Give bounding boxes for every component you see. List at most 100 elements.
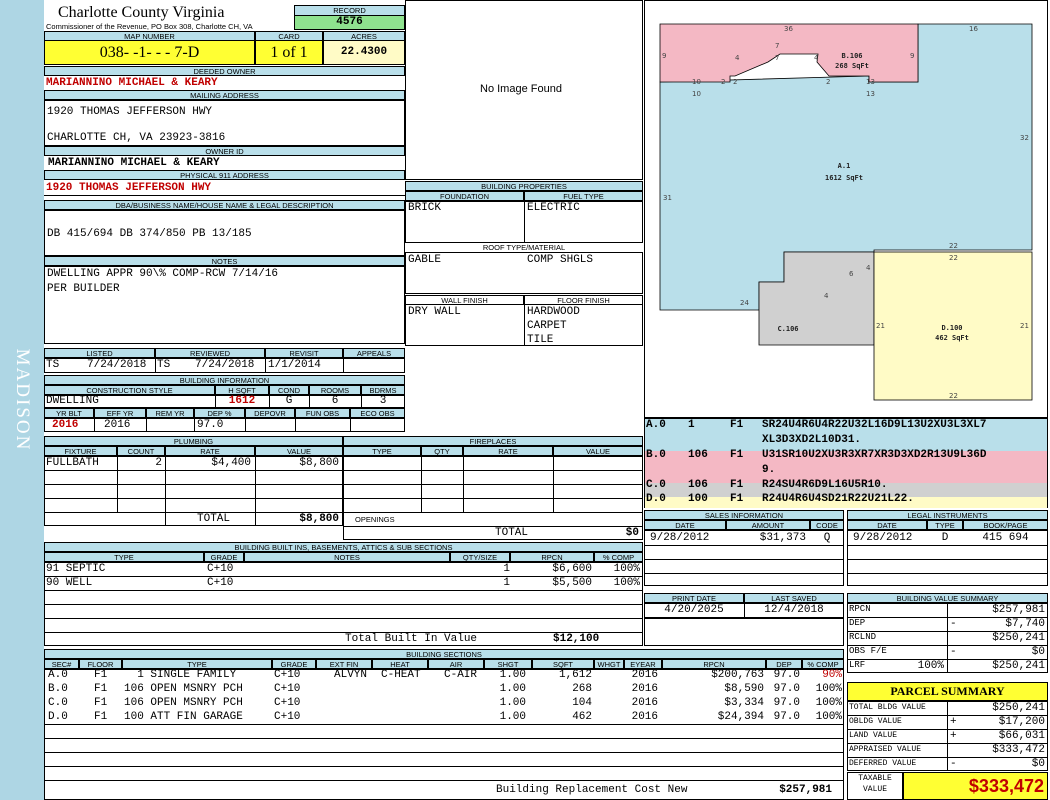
instrument-bookpage: 415 694 — [982, 532, 1029, 544]
plumbing-rate: $4,400 — [211, 457, 251, 469]
dim-label: 4 — [824, 292, 829, 300]
lrf-value: $250,241 — [992, 660, 1045, 672]
builtins-total: $12,100 — [553, 633, 600, 645]
openings-label: OPENINGS — [355, 515, 395, 524]
lrf-percent: 100% — [917, 660, 944, 672]
divider — [644, 573, 844, 574]
divider — [524, 304, 525, 346]
sale-date: 9/28/2012 — [650, 532, 710, 544]
depovr-header: DEPOVR — [245, 408, 295, 418]
dim-label: 36 — [784, 25, 793, 33]
divider — [44, 780, 844, 781]
section-shgt: 1.00 — [499, 683, 526, 695]
header: Charlotte County Virginia Commissioner o… — [46, 2, 294, 32]
sections-col: SEC# — [44, 659, 79, 669]
divider — [343, 358, 344, 373]
total-bldg-value: $250,241 — [992, 702, 1045, 714]
sections-col: EXT FIN — [316, 659, 372, 669]
sections-col: DEP — [766, 659, 802, 669]
parcel-summary-header: PARCEL SUMMARY — [847, 682, 1048, 701]
deferred-label: DEFERRED VALUE — [849, 759, 917, 768]
dep-value: $7,740 — [1005, 618, 1045, 630]
deferred-value: $0 — [1031, 758, 1045, 770]
dim-label: 31 — [663, 194, 672, 202]
owner-id: MARIANNINO MICHAEL & KEARY — [48, 157, 220, 169]
divider — [847, 573, 1048, 574]
area-label: 1612 SqFt — [825, 174, 863, 182]
divider — [265, 358, 266, 373]
dim-label: 32 — [1020, 134, 1029, 142]
instrument-date: 9/28/2012 — [853, 532, 913, 544]
section-comp: 90% — [822, 669, 842, 681]
effective-year: 2016 — [104, 419, 131, 431]
map-number: 038- -1- - - 7-D — [44, 40, 255, 65]
roof-type: GABLE — [408, 254, 442, 266]
divider — [194, 418, 195, 432]
area-label: 462 SqFt — [935, 334, 969, 342]
commissioner-address: Commissioner of the Revenue, PO Box 308,… — [46, 22, 253, 31]
section-dep: 97.0 — [773, 669, 800, 681]
area-label: A.1 — [838, 162, 851, 170]
dep-value: 97.0 — [197, 419, 224, 431]
divider — [524, 201, 525, 243]
vector-floor: F1 — [730, 479, 744, 491]
section-eyear: 2016 — [631, 683, 658, 695]
section-type: 106 OPEN MSNRY PCH — [124, 697, 243, 709]
divider — [44, 470, 343, 471]
section-dep: 97.0 — [773, 697, 800, 709]
floor-value-1: HARDWOOD — [527, 306, 580, 318]
sections-col: % COMP — [802, 659, 844, 669]
divider — [44, 738, 844, 739]
builtins-col-comp: % COMP — [594, 552, 643, 562]
builtins-col-qty: QTY/SIZE — [450, 552, 510, 562]
sections-col: GRADE — [272, 659, 316, 669]
sale-code: Q — [823, 532, 831, 544]
year-built: 2016 — [52, 419, 79, 431]
dep-label: DEP — [849, 618, 866, 628]
deeded-owner-header: DEEDED OWNER — [44, 66, 405, 76]
revisit-date: 1/1/2014 — [268, 359, 321, 371]
rooms-value: 6 — [331, 395, 339, 407]
dim-label: 2 — [721, 78, 725, 86]
builtins-col-rpcn: RPCN — [510, 552, 594, 562]
floor-value-3: TILE — [527, 334, 554, 346]
land-label: LAND VALUE — [849, 731, 898, 740]
card-number: 1 of 1 — [255, 40, 323, 65]
county-title: Charlotte County Virginia — [58, 4, 225, 21]
wall-value: DRY WALL — [408, 306, 461, 318]
divider — [44, 604, 643, 605]
instrument-type: D — [941, 532, 949, 544]
sales-col-date: DATE — [644, 520, 726, 530]
section-sec: C.0 — [48, 697, 68, 709]
section-sec: D.0 — [48, 711, 68, 723]
obs-label: OBS F/E — [849, 646, 887, 656]
dim-label: 21 — [876, 322, 885, 330]
divider — [155, 358, 156, 373]
divider — [421, 456, 422, 512]
section-shgt: 1.00 — [499, 697, 526, 709]
reviewed-header: REVIEWED — [155, 348, 265, 358]
mailing-address-header: MAILING ADDRESS — [44, 90, 405, 100]
section-rpcn: $3,334 — [724, 697, 764, 709]
mailing-line-1: 1920 THOMAS JEFFERSON HWY — [47, 106, 213, 118]
builtin-grade: C+10 — [207, 577, 234, 589]
dim-label: 6 — [849, 270, 854, 278]
vector-floor: F1 — [730, 419, 744, 431]
section-type: 106 OPEN MSNRY PCH — [124, 683, 243, 695]
builtin-qty: 1 — [503, 577, 510, 589]
instruments-col-bookpage: BOOK/PAGE — [963, 520, 1048, 530]
bdrms-value: 3 — [379, 395, 387, 407]
legal-description: DB 415/694 DB 374/850 PB 13/185 — [47, 228, 252, 240]
obldg-label: OBLDG VALUE — [849, 717, 902, 726]
section-comp: 100% — [815, 683, 842, 695]
divider — [295, 418, 296, 432]
rpcn-value: $257,981 — [992, 604, 1045, 616]
divider — [245, 418, 246, 432]
section-comp: 100% — [815, 697, 842, 709]
fireplace-col-qty: QTY — [421, 446, 463, 456]
rclnd-value: $250,241 — [992, 632, 1045, 644]
builtins-header: BUILDING BUILT INS, BASEMENTS, ATTICS & … — [44, 542, 643, 552]
fireplace-col-rate: RATE — [463, 446, 553, 456]
sections-header: BUILDING SECTIONS — [44, 649, 844, 659]
appraised-value: $333,472 — [992, 744, 1045, 756]
